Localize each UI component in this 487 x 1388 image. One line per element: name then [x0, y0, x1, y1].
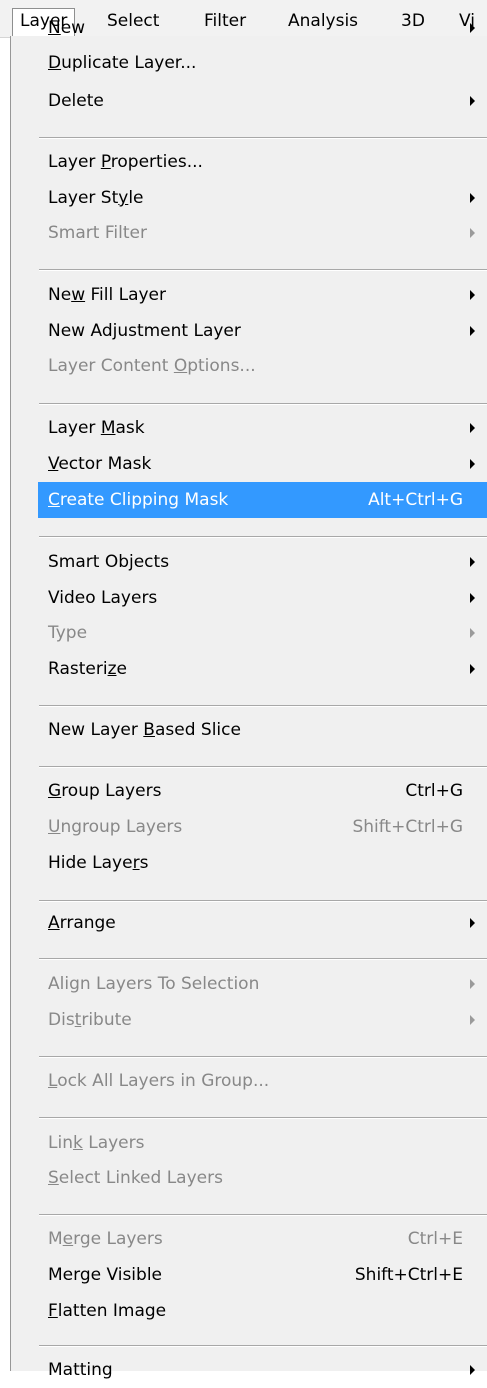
menu-item-label: Layer Content Options... [48, 356, 256, 376]
menu-shortcut: Ctrl+G [405, 781, 463, 801]
menu-item-label: Video Layers [48, 588, 158, 608]
menu-item-label: Smart Filter [48, 223, 147, 243]
menu-item-matting[interactable]: Matting [35, 1352, 487, 1388]
menu-separator [39, 536, 487, 538]
menu-item-arrange[interactable]: Arrange [35, 905, 487, 941]
submenu-arrow-icon [470, 290, 475, 300]
submenu-arrow-icon [470, 193, 475, 203]
menu-item-label: Type [48, 623, 88, 643]
menu-item-label: Arrange [48, 913, 116, 933]
menu-item-create-clipping-mask[interactable]: Create Clipping Mask Alt+Ctrl+G [38, 482, 487, 518]
layer-dropdown-menu: New Duplicate Layer... Delete Layer Propert… [10, 18, 487, 1380]
menu-item-label: Rasterize [48, 659, 127, 679]
menu-item-distribute[interactable]: Distribute [35, 1002, 487, 1038]
menu-item-new-adjustment-layer[interactable]: New Adjustment Layer [35, 313, 487, 349]
menu-separator [39, 403, 487, 405]
menu-separator [39, 766, 487, 768]
menu-item-layer-content-options[interactable]: Layer Content Options... [35, 348, 487, 384]
menu-item-new-layer-based-slice[interactable]: New Layer Based Slice [35, 712, 487, 748]
menu-item-label: Duplicate Layer... [48, 53, 197, 73]
menu-item-label: Distribute [48, 1010, 132, 1030]
menu-item-delete[interactable]: Delete [35, 83, 487, 119]
menu-item-lock-all-layers-in-group[interactable]: Lock All Layers in Group... [35, 1063, 487, 1099]
menu-shortcut: Shift+Ctrl+E [354, 1265, 463, 1285]
menu-item-layer-properties[interactable]: Layer Properties... [35, 144, 487, 180]
menu-item-label: New Adjustment Layer [48, 321, 241, 341]
menu-item-hide-layers[interactable]: Hide Layers [35, 845, 487, 881]
menu-item-vector-mask[interactable]: Vector Mask [35, 446, 487, 482]
menu-item-select-linked-layers[interactable]: Select Linked Layers [35, 1160, 487, 1196]
menu-separator [39, 269, 487, 271]
menu-item-layer-mask[interactable]: Layer Mask [35, 410, 487, 446]
menu-item-align-layers-to-selection[interactable]: Align Layers To Selection [35, 966, 487, 1002]
menu-item-label: Merge Layers [48, 1229, 163, 1249]
menu-item-label: Matting [48, 1360, 113, 1380]
menu-item-merge-layers[interactable]: Merge Layers Ctrl+E [35, 1221, 487, 1257]
submenu-arrow-icon [470, 918, 475, 928]
menu-separator [39, 1056, 487, 1058]
menu-separator [39, 1117, 487, 1119]
menu-shortcut: Alt+Ctrl+G [368, 490, 463, 510]
submenu-arrow-icon [470, 664, 475, 674]
menu-item-ungroup-layers[interactable]: Ungroup Layers Shift+Ctrl+G [35, 809, 487, 845]
menu-separator [39, 137, 487, 139]
menu-item-type[interactable]: Type [35, 615, 487, 651]
menu-item-label: New Fill Layer [48, 285, 167, 305]
menu-item-label: Select Linked Layers [48, 1168, 223, 1188]
menu-item-smart-filter[interactable]: Smart Filter [35, 215, 487, 251]
menu-item-rasterize[interactable]: Rasterize [35, 651, 487, 687]
submenu-arrow-icon [470, 459, 475, 469]
menu-item-new[interactable]: New [35, 10, 487, 46]
menu-separator [39, 1214, 487, 1216]
submenu-arrow-icon [470, 326, 475, 336]
menu-separator [39, 705, 487, 707]
menu-item-new-fill-layer[interactable]: New Fill Layer [35, 277, 487, 313]
menu-item-label: Create Clipping Mask [48, 490, 229, 510]
menu-item-smart-objects[interactable]: Smart Objects [35, 544, 487, 580]
menu-item-video-layers[interactable]: Video Layers [35, 580, 487, 616]
menu-item-label: Align Layers To Selection [48, 974, 260, 994]
menu-item-link-layers[interactable]: Link Layers [35, 1125, 487, 1161]
menu-shortcut: Ctrl+E [407, 1229, 463, 1249]
menu-item-label: Layer Properties... [48, 152, 203, 172]
menu-item-label: Delete [48, 91, 104, 111]
submenu-arrow-icon [470, 979, 475, 989]
menu-item-flatten-image[interactable]: Flatten Image [35, 1293, 487, 1329]
submenu-arrow-icon [470, 228, 475, 238]
submenu-arrow-icon [470, 1015, 475, 1025]
submenu-arrow-icon [470, 1365, 475, 1375]
menu-item-label: New Layer Based Slice [48, 720, 241, 740]
menu-item-label: Link Layers [48, 1133, 145, 1153]
menu-item-label: Layer Mask [48, 418, 145, 438]
submenu-arrow-icon [470, 557, 475, 567]
menu-separator [39, 1345, 487, 1347]
submenu-arrow-icon [470, 96, 475, 106]
submenu-arrow-icon [470, 23, 475, 33]
menu-item-label: Merge Visible [48, 1265, 163, 1285]
menu-item-label: Hide Layers [48, 853, 149, 873]
menu-item-label: Flatten Image [48, 1301, 167, 1321]
menu-item-label: New [48, 18, 86, 38]
menu-shortcut: Shift+Ctrl+G [352, 817, 463, 837]
menu-item-label: Group Layers [48, 781, 162, 801]
menu-item-merge-visible[interactable]: Merge Visible Shift+Ctrl+E [35, 1257, 487, 1293]
menu-item-duplicate-layer[interactable]: Duplicate Layer... [35, 45, 487, 81]
submenu-arrow-icon [470, 423, 475, 433]
menu-item-label: Smart Objects [48, 552, 170, 572]
submenu-arrow-icon [470, 593, 475, 603]
menu-item-label: Lock All Layers in Group... [48, 1071, 270, 1091]
menu-separator [39, 958, 487, 960]
menu-item-group-layers[interactable]: Group Layers Ctrl+G [35, 773, 487, 809]
menu-item-label: Vector Mask [48, 454, 152, 474]
submenu-arrow-icon [470, 628, 475, 638]
menu-item-layer-style[interactable]: Layer Style [35, 180, 487, 216]
menu-item-label: Layer Style [48, 188, 144, 208]
menu-separator [39, 900, 487, 902]
menu-item-label: Ungroup Layers [48, 817, 183, 837]
